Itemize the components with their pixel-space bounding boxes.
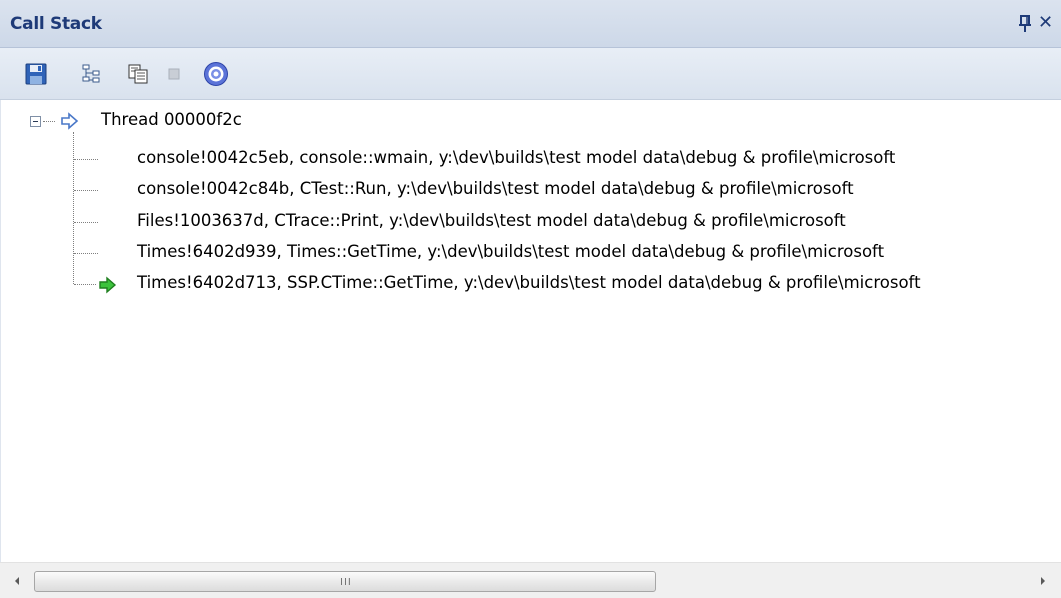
title-bar: Call Stack ✕ (0, 0, 1061, 48)
panel-title: Call Stack (10, 14, 102, 34)
call-stack-panel: Call Stack ✕ Thread 00000f2c console!004… (0, 0, 1061, 598)
stack-frame-text: Times!6402d939, Times::GetTime, y:\dev\b… (137, 242, 885, 261)
save-icon (25, 63, 47, 85)
toolbar (0, 48, 1061, 100)
copy-button[interactable] (124, 60, 152, 88)
stack-frame-text: console!0042c5eb, console::wmain, y:\dev… (137, 148, 896, 167)
tree-connector (73, 132, 74, 284)
stop-icon (168, 68, 180, 80)
scroll-right-button[interactable] (1032, 571, 1054, 591)
collapse-toggle[interactable] (30, 116, 41, 127)
scroll-thumb[interactable]: III (34, 571, 656, 592)
scroll-left-icon (15, 577, 19, 585)
tree-connector (74, 159, 98, 160)
tree-view-button[interactable] (78, 60, 106, 88)
horizontal-scrollbar[interactable]: III (0, 562, 1061, 598)
current-frame-arrow-icon (99, 276, 117, 294)
thread-label: Thread 00000f2c (101, 110, 242, 129)
stop-button[interactable] (160, 60, 188, 88)
scroll-right-icon (1041, 577, 1045, 585)
stack-frame-text: Files!1003637d, CTrace::Print, y:\dev\bu… (137, 211, 846, 230)
help-icon (204, 62, 228, 86)
thread-arrow-icon (61, 112, 79, 130)
tree-connector (74, 190, 98, 191)
stack-frame-text: Times!6402d713, SSP.CTime::GetTime, y:\d… (137, 273, 921, 292)
stack-frame-text: console!0042c84b, CTest::Run, y:\dev\bui… (137, 179, 854, 198)
tree-connector (74, 253, 98, 254)
scroll-grip: III (340, 577, 352, 588)
tree-connector (74, 284, 96, 285)
tree-view-icon (82, 64, 100, 83)
tree-connector (74, 222, 98, 223)
help-button[interactable] (202, 60, 230, 88)
pin-icon[interactable] (1016, 14, 1034, 34)
tree-connector (43, 121, 55, 122)
save-button[interactable] (22, 60, 50, 88)
copy-icon (128, 64, 148, 84)
close-icon[interactable]: ✕ (1038, 12, 1053, 33)
scroll-left-button[interactable] (6, 571, 28, 591)
